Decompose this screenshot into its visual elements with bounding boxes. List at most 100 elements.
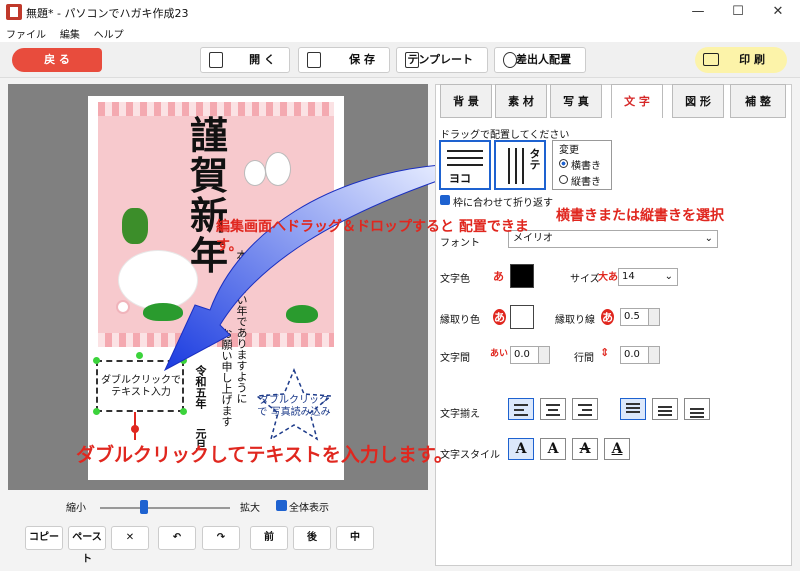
vertical-text-tool[interactable]: タテ bbox=[494, 140, 546, 190]
horizontal-icon-text: ヨコ bbox=[449, 172, 471, 185]
zoom-in-label: 拡大 bbox=[240, 503, 260, 514]
style-bold-button[interactable]: A bbox=[540, 438, 566, 460]
outline-width-spinner[interactable]: 0.5 bbox=[620, 308, 660, 326]
save-icon bbox=[307, 52, 321, 68]
wrap-checkbox[interactable] bbox=[440, 195, 450, 205]
align-right-button[interactable] bbox=[572, 398, 598, 420]
menu-bar: ファイル 編集 ヘルプ bbox=[0, 24, 800, 42]
valign-bottom-button[interactable] bbox=[684, 398, 710, 420]
change-label: 変更 bbox=[559, 145, 579, 156]
sender-label: 差出人配置 bbox=[516, 53, 571, 66]
outline-color-icon: あ bbox=[493, 309, 506, 325]
horizontal-radio-label: 横書き bbox=[571, 161, 601, 172]
size-icon: 大あ bbox=[598, 272, 618, 283]
photo-placeholder-label: ダブルクリックで 写真読み込み bbox=[257, 395, 331, 418]
text-color-icon: あ bbox=[493, 270, 504, 283]
resize-handle[interactable] bbox=[93, 357, 100, 364]
text-color-label: 文字色 bbox=[440, 274, 470, 285]
open-button[interactable]: 開 く bbox=[200, 47, 290, 73]
line-spacing-icon: ⇕ bbox=[600, 346, 610, 359]
char-spacing-spinner[interactable]: 0.0 bbox=[510, 346, 550, 364]
drag-drop-annotation: 編集画面へドラッグ＆ドロップすると 配置できます。 bbox=[216, 219, 529, 254]
outline-line-icon: あ bbox=[601, 309, 614, 325]
font-select[interactable]: メイリオ ⌄ bbox=[508, 230, 718, 248]
show-all-checkbox[interactable] bbox=[276, 500, 287, 511]
valign-top-button[interactable] bbox=[620, 398, 646, 420]
line-spacing-label: 行間 bbox=[574, 353, 594, 364]
zoom-slider-thumb[interactable] bbox=[140, 500, 148, 514]
back-button[interactable]: 戻 る bbox=[12, 48, 102, 72]
char-spacing-label: 文字間 bbox=[440, 353, 470, 364]
drag-hint: ドラッグで配置してください bbox=[440, 130, 570, 141]
outline-color-label: 縁取り色 bbox=[440, 315, 480, 326]
zoom-slider[interactable] bbox=[100, 507, 230, 509]
center-button[interactable]: 中 bbox=[336, 526, 374, 550]
style-strike-button[interactable]: A bbox=[572, 438, 598, 460]
undo-button[interactable]: ↶ bbox=[158, 526, 196, 550]
minimize-button[interactable]: — bbox=[678, 2, 718, 22]
style-normal-button[interactable]: A bbox=[508, 438, 534, 460]
open-icon bbox=[209, 52, 223, 68]
pine-branch bbox=[122, 208, 148, 244]
rotate-handle[interactable] bbox=[136, 352, 143, 359]
bring-front-button[interactable]: 前 bbox=[250, 526, 288, 550]
outline-color-swatch[interactable] bbox=[510, 305, 534, 329]
text-color-swatch[interactable] bbox=[510, 264, 534, 288]
send-back-button[interactable]: 後 bbox=[293, 526, 331, 550]
change-group: 変更 横書き 縦書き bbox=[552, 140, 612, 190]
copy-button[interactable]: コピー bbox=[25, 526, 63, 550]
maximize-button[interactable]: ☐ bbox=[718, 2, 758, 22]
open-label: 開 く bbox=[249, 53, 275, 66]
chevron-down-icon: ⌄ bbox=[704, 233, 713, 244]
wrap-label: 枠に合わせて折り返す bbox=[453, 198, 553, 209]
chevron-down-icon: ⌄ bbox=[664, 271, 673, 282]
title-bar: 無題* - パソコンでハガキ作成23 — ☐ ✕ bbox=[0, 0, 800, 24]
zoom-out-label: 縮小 bbox=[66, 503, 86, 514]
double-click-annotation: ダブルクリックしてテキストを入力します。 bbox=[76, 444, 453, 466]
tab-adjust[interactable]: 補 整 bbox=[730, 84, 786, 118]
delete-button[interactable]: ✕ bbox=[111, 526, 149, 550]
vertical-icon-text: タテ bbox=[528, 148, 541, 170]
tab-text[interactable]: 文 字 bbox=[611, 84, 663, 118]
menu-file[interactable]: ファイル bbox=[0, 24, 50, 41]
horizontal-radio[interactable] bbox=[559, 159, 568, 168]
tab-photo[interactable]: 写 真 bbox=[550, 84, 602, 118]
horizontal-text-tool[interactable]: ヨコ bbox=[439, 140, 491, 190]
sender-placement-button[interactable]: 差出人配置 bbox=[494, 47, 586, 73]
vertical-radio[interactable] bbox=[559, 175, 568, 184]
vertical-radio-label: 縦書き bbox=[571, 177, 601, 188]
char-spacing-icon: あい bbox=[490, 349, 509, 359]
annotation-dot bbox=[131, 425, 139, 433]
flower-icon bbox=[116, 300, 130, 314]
align-center-button[interactable] bbox=[540, 398, 566, 420]
style-underline-button[interactable]: A bbox=[604, 438, 630, 460]
menu-edit[interactable]: 編集 bbox=[54, 24, 84, 41]
resize-handle[interactable] bbox=[93, 408, 100, 415]
redo-button[interactable]: ↷ bbox=[202, 526, 240, 550]
align-left-button[interactable] bbox=[508, 398, 534, 420]
resize-handle[interactable] bbox=[180, 408, 187, 415]
show-all-label: 全体表示 bbox=[289, 503, 329, 514]
print-button[interactable]: 印 刷 bbox=[695, 47, 787, 73]
paste-button[interactable]: ペースト bbox=[68, 526, 106, 565]
tab-material[interactable]: 素 材 bbox=[495, 84, 547, 118]
template-button[interactable]: テンプレート bbox=[396, 47, 488, 73]
close-button[interactable]: ✕ bbox=[758, 2, 798, 22]
menu-help[interactable]: ヘルプ bbox=[88, 24, 128, 41]
print-label: 印 刷 bbox=[739, 53, 765, 66]
printer-icon bbox=[703, 53, 719, 66]
size-label: サイズ bbox=[570, 274, 600, 285]
select-orientation-annotation: 横書きまたは縦書きを選択 bbox=[556, 208, 724, 224]
app-icon bbox=[6, 4, 22, 20]
size-select[interactable]: 14 ⌄ bbox=[618, 268, 678, 286]
template-icon bbox=[405, 52, 419, 68]
person-icon bbox=[503, 52, 517, 68]
save-label: 保 存 bbox=[349, 53, 375, 66]
save-button[interactable]: 保 存 bbox=[298, 47, 390, 73]
size-value: 14 bbox=[622, 271, 635, 282]
tab-background[interactable]: 背 景 bbox=[440, 84, 492, 118]
line-spacing-spinner[interactable]: 0.0 bbox=[620, 346, 660, 364]
valign-middle-button[interactable] bbox=[652, 398, 678, 420]
tab-shape[interactable]: 図 形 bbox=[672, 84, 724, 118]
align-label: 文字揃え bbox=[440, 409, 480, 420]
